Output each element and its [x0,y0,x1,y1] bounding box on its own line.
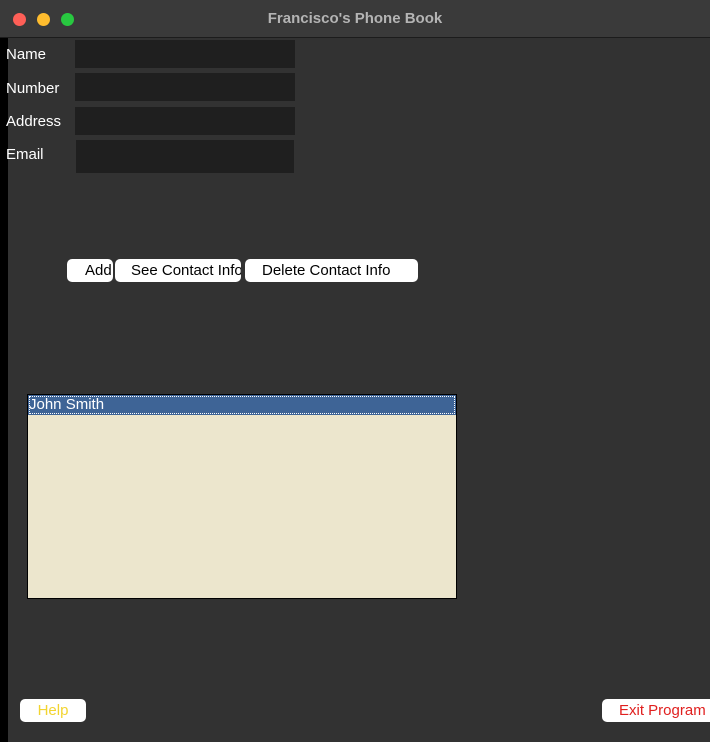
window-edge [0,38,8,742]
number-input[interactable] [75,73,295,101]
address-label: Address [6,113,62,130]
help-button[interactable]: Help [20,699,86,722]
email-label: Email [6,146,44,163]
contact-list-item[interactable]: John Smith [28,395,456,415]
exit-program-button[interactable]: Exit Program [602,699,710,722]
number-label: Number [6,80,60,97]
contact-list[interactable]: John Smith [27,394,457,599]
see-contact-info-button[interactable]: See Contact Info [115,259,241,282]
email-input[interactable] [76,140,294,173]
address-input[interactable] [75,107,295,135]
delete-contact-info-button[interactable]: Delete Contact Info [245,259,418,282]
name-label: Name [6,46,47,63]
name-input[interactable] [75,40,295,68]
add-contact-button[interactable]: Add [67,259,113,282]
title-bar: Francisco's Phone Book [0,0,710,38]
window-title: Francisco's Phone Book [267,10,443,27]
app-window: Francisco's Phone Book Name Number Addre… [0,0,710,742]
